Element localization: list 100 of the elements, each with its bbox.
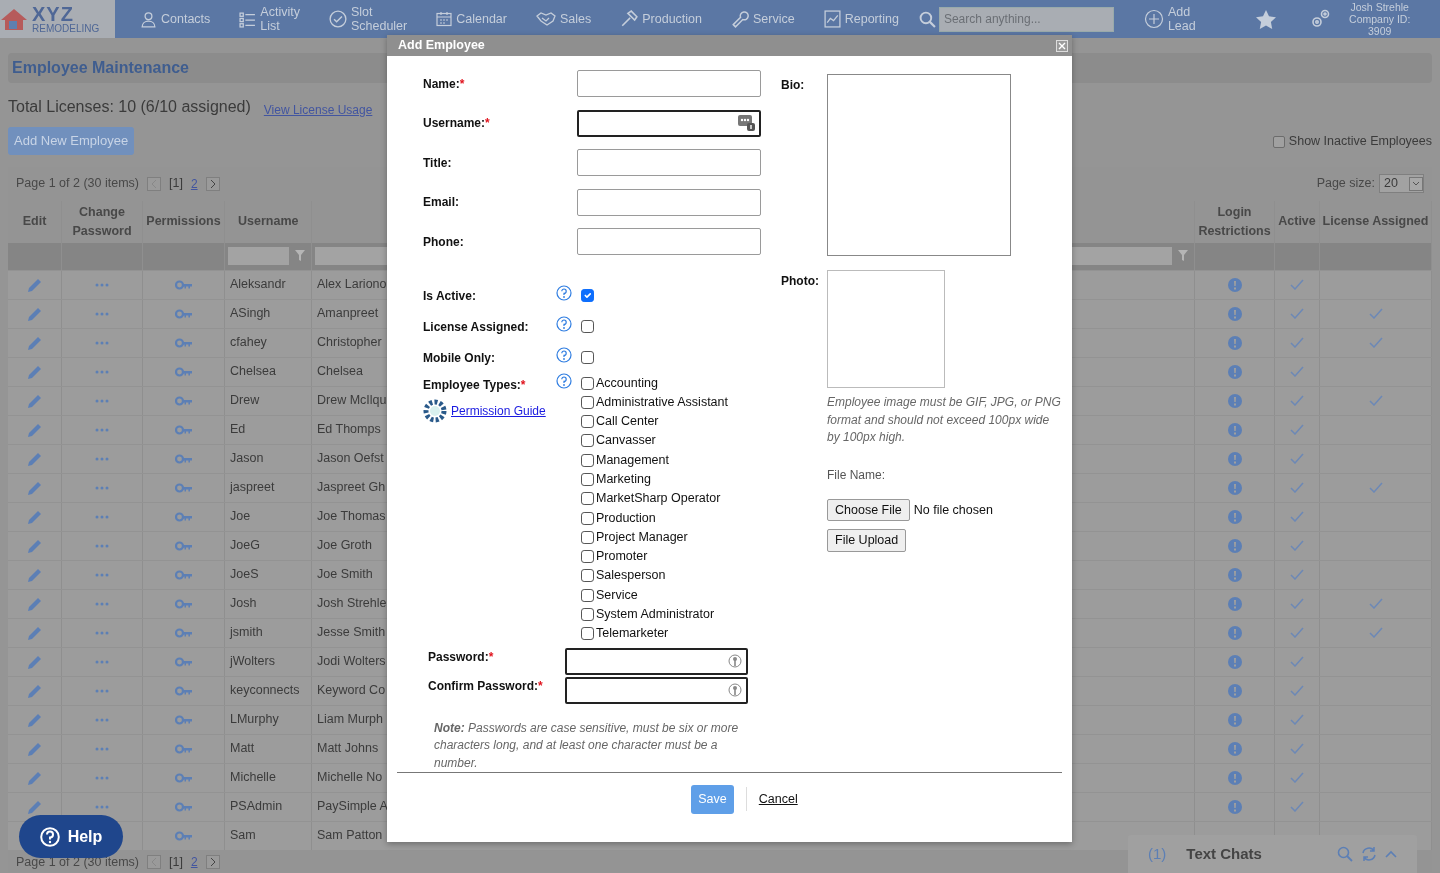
password-field[interactable] [565, 676, 748, 704]
key-icon[interactable] [175, 279, 192, 290]
checkbox[interactable] [581, 588, 594, 602]
checkbox[interactable] [581, 395, 594, 409]
checkbox-option[interactable]: Telemarketer [581, 624, 728, 644]
page-link[interactable]: [1] [169, 852, 183, 872]
ellipsis-icon[interactable] [95, 775, 109, 780]
key-icon[interactable] [175, 685, 192, 696]
checkbox[interactable] [581, 627, 594, 641]
pencil-icon[interactable] [26, 363, 43, 380]
key-icon[interactable] [175, 772, 192, 783]
input-field[interactable] [577, 70, 761, 97]
checkbox-option[interactable]: Call Center [581, 411, 728, 432]
input-field[interactable] [577, 149, 761, 176]
choose-file-button[interactable]: Choose File [827, 498, 910, 522]
checkbox-option[interactable]: Marketing [581, 469, 728, 490]
pencil-icon[interactable] [26, 508, 43, 525]
ellipsis-icon[interactable] [95, 282, 109, 287]
ellipsis-icon[interactable] [95, 572, 109, 577]
help-button[interactable]: Help [19, 815, 123, 858]
checkbox-option[interactable]: Canvasser [581, 431, 728, 451]
key-icon[interactable] [175, 424, 192, 435]
search-icon[interactable] [1337, 846, 1353, 862]
pencil-icon[interactable] [26, 479, 43, 496]
checkbox-option[interactable]: Accounting [581, 373, 728, 393]
pencil-icon[interactable] [26, 450, 43, 467]
checkbox-option[interactable]: Service [581, 585, 728, 605]
checkbox-option[interactable]: Management [581, 450, 728, 470]
ellipsis-icon[interactable] [95, 543, 109, 548]
checkbox[interactable] [581, 492, 594, 506]
ellipsis-icon[interactable] [95, 746, 109, 751]
previous-page-button[interactable] [147, 176, 161, 191]
close-icon[interactable] [1056, 39, 1068, 52]
help-icon[interactable] [556, 346, 572, 363]
search-icon[interactable] [918, 10, 936, 28]
pencil-icon[interactable] [26, 653, 43, 670]
checkbox[interactable] [581, 289, 594, 303]
pencil-icon[interactable] [26, 537, 43, 554]
ellipsis-icon[interactable] [95, 456, 109, 461]
upload-button[interactable]: File Upload [827, 529, 907, 552]
checkbox-option[interactable]: Project Manager [581, 527, 728, 548]
key-icon[interactable] [175, 308, 192, 319]
key-icon[interactable] [175, 337, 192, 348]
key-icon[interactable] [175, 395, 192, 406]
input-field[interactable] [577, 109, 761, 137]
key-icon[interactable] [175, 453, 192, 464]
page-size-dropdown[interactable]: 20 [1379, 174, 1424, 193]
checkbox[interactable] [581, 434, 594, 448]
next-page-button[interactable] [205, 176, 220, 191]
checkbox[interactable] [581, 473, 594, 486]
pencil-icon[interactable] [26, 711, 43, 728]
refresh-icon[interactable] [1361, 846, 1377, 862]
key-icon[interactable] [175, 656, 192, 667]
star-icon[interactable] [1255, 9, 1276, 29]
key-icon[interactable] [175, 569, 192, 580]
ellipsis-icon[interactable] [95, 688, 109, 693]
checkbox-option[interactable]: Salesperson [581, 566, 728, 586]
pencil-icon[interactable] [26, 421, 43, 438]
key-circle-icon[interactable] [728, 683, 742, 697]
permission-guide-link[interactable]: Permission Guide [423, 399, 556, 424]
key-icon[interactable] [175, 511, 192, 522]
key-icon[interactable] [175, 598, 192, 609]
key-circle-icon[interactable] [728, 654, 742, 668]
checkbox[interactable] [581, 320, 594, 334]
checkbox[interactable] [581, 351, 594, 365]
checkbox[interactable] [581, 511, 594, 525]
key-icon[interactable] [175, 743, 192, 754]
checkbox-option[interactable]: Production [581, 508, 728, 528]
checkbox-option[interactable]: Administrative Assistant [581, 392, 728, 412]
pencil-icon[interactable] [26, 682, 43, 699]
filter-icon[interactable] [295, 250, 305, 262]
pencil-icon[interactable] [26, 305, 43, 322]
ellipsis-icon[interactable] [95, 398, 109, 403]
input-field[interactable] [577, 228, 761, 255]
key-icon[interactable] [175, 627, 192, 638]
input-field[interactable] [577, 188, 761, 216]
ellipsis-icon[interactable] [95, 804, 109, 809]
pencil-icon[interactable] [26, 740, 43, 757]
ellipsis-icon[interactable] [95, 514, 109, 519]
pencil-icon[interactable] [26, 276, 43, 293]
ellipsis-icon[interactable] [95, 601, 109, 606]
contact-card-icon[interactable] [738, 115, 755, 131]
ellipsis-icon[interactable] [95, 369, 109, 374]
key-icon[interactable] [175, 714, 192, 725]
help-icon[interactable] [556, 373, 572, 390]
checkbox-option[interactable]: Promoter [581, 547, 728, 567]
pencil-icon[interactable] [26, 566, 43, 583]
checkbox[interactable] [581, 453, 594, 467]
ellipsis-icon[interactable] [95, 311, 109, 316]
filter-icon[interactable] [1178, 250, 1188, 262]
checkbox[interactable] [581, 376, 594, 390]
checkbox-option[interactable]: System Administrator [581, 604, 728, 625]
pencil-icon[interactable] [26, 334, 43, 351]
cancel-link[interactable]: Cancel [758, 790, 798, 809]
pencil-icon[interactable] [26, 769, 43, 786]
password-field[interactable] [565, 647, 748, 675]
next-page-button[interactable] [205, 855, 220, 870]
key-icon[interactable] [175, 801, 192, 812]
checkbox[interactable] [581, 550, 594, 564]
page-link[interactable]: [1] [169, 174, 183, 193]
